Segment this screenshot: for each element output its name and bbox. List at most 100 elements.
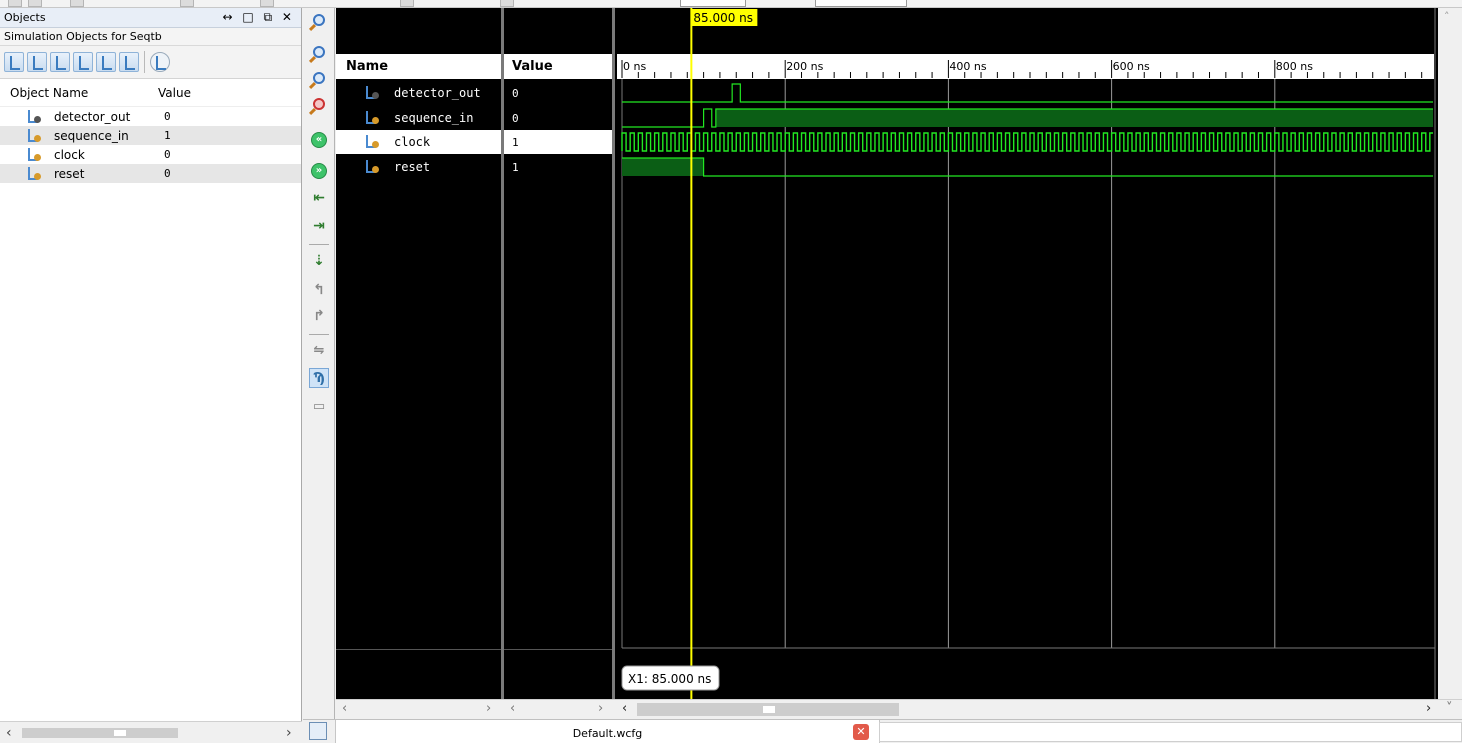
filter-inout-icon[interactable] [50,52,70,72]
signal-name: sequence_in [394,111,474,125]
name-column-header[interactable]: Name [336,54,501,79]
object-row-sequence-in[interactable]: sequence_in 1 [0,126,301,145]
objects-panel-title: Objects [4,11,46,24]
previous-transition-icon[interactable]: ⇤ [309,188,329,208]
time-tick-label: 0 ns [623,60,646,73]
editor-tab-bar: Default.wcfg ✕ [303,719,1462,743]
time-unit-select[interactable] [815,0,907,7]
object-value: 1 [164,129,171,142]
scrollbar-thumb[interactable] [114,730,126,736]
previous-marker-icon[interactable]: ↰ [309,280,329,300]
value-column-header[interactable]: Value [158,86,191,100]
signal-row-reset[interactable]: reset [336,155,501,179]
objects-table-header: Object Name Value [0,79,301,107]
signal-row-sequence-in[interactable]: sequence_in [336,106,501,130]
time-tick-label: 800 ns [1276,60,1313,73]
object-name-column-header[interactable]: Object Name [10,86,158,100]
input-signal-icon [364,160,380,174]
scroll-right-icon[interactable]: › [598,701,603,716]
floating-ruler-icon[interactable]: ▭ [309,396,329,416]
filter-constant-icon[interactable] [96,52,116,72]
zoom-to-cursor-icon[interactable] [308,94,329,116]
waveform-fill [715,109,1433,127]
snap-to-transition-icon[interactable]: Ϡ [309,368,329,388]
scroll-left-icon[interactable]: ‹ [622,701,627,716]
waveform-config-icon [309,722,327,740]
signal-name: clock [394,135,431,149]
tab-bar-field[interactable] [879,722,1462,742]
object-value: 0 [164,167,171,180]
scroll-left-icon[interactable]: ‹ [6,725,12,741]
names-footer [336,649,501,699]
signal-row-detector-out[interactable]: detector_out [336,81,501,105]
scroll-right-icon[interactable]: › [286,725,292,741]
object-row-detector-out[interactable]: detector_out 0 [0,107,301,126]
waveform-canvas[interactable]: 0 ns 200 ns 400 ns 600 ns 800 ns 85.000 ns X1:… [615,8,1438,699]
time-tick-label: 600 ns [1113,60,1150,73]
zoom-out-icon[interactable] [308,42,329,64]
input-signal-icon [364,111,380,125]
scroll-up-icon[interactable]: ˄ [1444,10,1450,23]
filter-internal-icon[interactable] [73,52,93,72]
object-value: 0 [164,110,171,123]
zoom-fit-icon[interactable] [308,68,329,90]
scroll-right-icon[interactable]: › [486,701,491,716]
signal-row-clock[interactable]: clock [336,130,501,154]
panel-window-controls[interactable]: ↔ □ ⧉ ✕ [223,10,295,25]
signal-value[interactable]: 1 [504,155,612,179]
signal-value[interactable]: 0 [504,81,612,105]
waveform-svg[interactable]: 0 ns 200 ns 400 ns 600 ns 800 ns 85.000 ns X1:… [615,8,1438,699]
time-tick-label: 200 ns [786,60,823,73]
run-time-input[interactable] [680,0,746,7]
zoom-in-icon[interactable] [308,10,329,32]
main-toolbar [0,0,1462,8]
object-name: clock [54,147,85,162]
scroll-left-icon[interactable]: ‹ [342,701,347,716]
objects-panel-subtitle: Simulation Objects for Seqtb [0,28,301,46]
objects-horizontal-scrollbar[interactable]: ‹ › [0,721,302,743]
output-signal-icon [364,86,380,100]
toolbar-button[interactable] [8,0,22,7]
signal-value[interactable]: 1 [504,130,612,154]
object-row-reset[interactable]: reset 0 [0,164,301,183]
scrollbar-track[interactable] [637,703,899,716]
toolbar-separator [309,334,329,335]
filter-variable-icon[interactable] [119,52,139,72]
objects-panel: Objects ↔ □ ⧉ ✕ Simulation Objects for S… [0,8,302,743]
waveform-vertical-scrollbar[interactable]: ˄ [1438,8,1462,699]
filter-output-icon[interactable] [27,52,47,72]
object-name: reset [54,166,85,181]
add-marker-icon[interactable]: ⇣ [309,251,329,271]
object-value: 0 [164,148,171,161]
toolbar-button[interactable] [260,0,274,7]
object-row-clock[interactable]: clock 0 [0,145,301,164]
scroll-left-icon[interactable]: ‹ [510,701,515,716]
swap-cursors-icon[interactable]: ⇋ [309,340,329,360]
toolbar-button[interactable] [500,0,514,7]
scrollbar-thumb[interactable] [763,706,775,713]
go-to-start-icon[interactable]: « [309,130,329,150]
next-marker-icon[interactable]: ↱ [309,306,329,326]
toolbar-button[interactable] [180,0,194,7]
waveform-clock [621,132,1433,152]
toolbar-button[interactable] [70,0,84,7]
input-signal-icon [26,147,42,162]
filter-input-icon[interactable] [4,52,24,72]
toolbar-button[interactable] [400,0,414,7]
tab-default-wcfg[interactable]: Default.wcfg [335,720,880,743]
signal-name: reset [394,160,431,174]
next-transition-icon[interactable]: ⇥ [309,216,329,236]
close-icon[interactable]: ✕ [853,724,869,740]
go-to-end-icon[interactable]: » [309,161,329,181]
toolbar-button[interactable] [28,0,42,7]
value-column-header[interactable]: Value [504,54,612,79]
scroll-right-icon[interactable]: › [1426,701,1431,716]
scrollbar-track[interactable] [22,728,178,738]
scroll-down-icon[interactable]: ˅ [1446,701,1453,716]
signal-value[interactable]: 0 [504,106,612,130]
objects-filter-toolbar [0,46,301,79]
time-tick-label: 400 ns [949,60,986,73]
waveform-toolbar: « » ⇤ ⇥ ⇣ ↰ ↱ ⇋ Ϡ ▭ [303,8,335,743]
settings-gear-icon[interactable] [150,52,170,72]
waveform-horizontal-scrollbar[interactable]: ‹ › ‹ › ‹ › ˅ [336,699,1462,717]
